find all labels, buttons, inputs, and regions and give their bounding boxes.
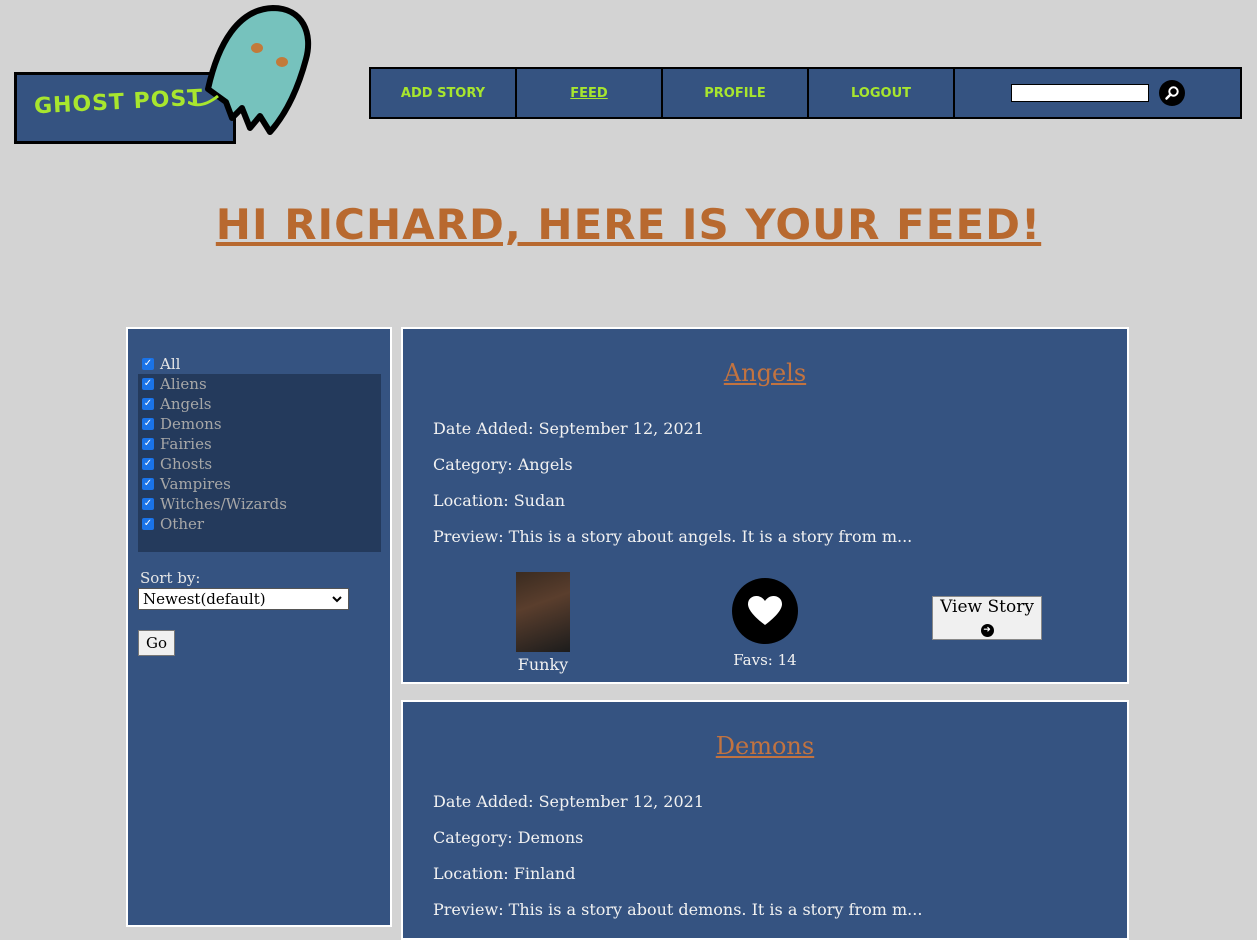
story-preview: Preview: This is a story about demons. I…	[433, 900, 923, 919]
sort-select[interactable]: Newest(default)	[138, 588, 349, 610]
checkbox-label: Ghosts	[160, 455, 213, 473]
checkbox-witches-wizards[interactable]: ✓ Witches/Wizards	[138, 494, 381, 514]
checkbox-aliens[interactable]: ✓ Aliens	[138, 374, 381, 394]
nav-add-story[interactable]: ADD STORY	[371, 69, 515, 117]
filter-sidebar: ✓ All ✓ Aliens ✓ Angels ✓ Demons ✓ Fairies ✓…	[126, 327, 392, 927]
story-category: Category: Angels	[433, 455, 573, 474]
favorite-button[interactable]	[732, 578, 798, 644]
chevron-down-icon	[332, 596, 342, 603]
nav-search	[955, 69, 1240, 117]
checkbox-vampires[interactable]: ✓ Vampires	[138, 474, 381, 494]
arrow-right-icon: ➜	[980, 624, 994, 637]
nav-profile[interactable]: PROFILE	[663, 69, 807, 117]
story-date: Date Added: September 12, 2021	[433, 419, 705, 438]
checkbox-all[interactable]: ✓ All	[142, 355, 180, 373]
page-title: HI RICHARD, HERE IS YOUR FEED!	[215, 200, 1042, 249]
go-button[interactable]: Go	[138, 630, 175, 656]
checkbox-other[interactable]: ✓ Other	[138, 514, 381, 534]
checkbox-checked-icon[interactable]: ✓	[142, 518, 154, 530]
favorites-count: Favs: 14	[733, 651, 797, 669]
story-preview: Preview: This is a story about angels. I…	[433, 527, 913, 546]
checkbox-angels[interactable]: ✓ Angels	[138, 394, 381, 414]
story-title-link[interactable]: Demons	[403, 732, 1127, 760]
checkbox-label: Aliens	[160, 375, 207, 393]
checkbox-label: Fairies	[160, 435, 212, 453]
checkbox-checked-icon[interactable]: ✓	[142, 358, 154, 370]
main-nav: ADD STORY FEED PROFILE LOGOUT	[369, 67, 1242, 119]
checkbox-label: Vampires	[160, 475, 231, 493]
author-avatar[interactable]	[516, 572, 570, 652]
story-card: Angels Date Added: September 12, 2021 Ca…	[401, 327, 1129, 684]
view-story-button[interactable]: View Story ➜	[932, 596, 1042, 640]
category-list: ✓ Aliens ✓ Angels ✓ Demons ✓ Fairies ✓ Ghosts…	[138, 374, 381, 552]
nav-feed[interactable]: FEED	[517, 69, 661, 117]
search-input[interactable]	[1010, 84, 1149, 102]
checkbox-demons[interactable]: ✓ Demons	[138, 414, 381, 434]
story-card: Demons Date Added: September 12, 2021 Ca…	[401, 700, 1129, 940]
checkbox-checked-icon[interactable]: ✓	[142, 438, 154, 450]
sort-label: Sort by:	[140, 569, 201, 587]
checkbox-label: Other	[160, 515, 205, 533]
author-name: Funky	[517, 655, 569, 674]
sort-selected-value: Newest(default)	[143, 590, 266, 608]
story-category: Category: Demons	[433, 828, 584, 847]
checkbox-ghosts[interactable]: ✓ Ghosts	[138, 454, 381, 474]
checkbox-checked-icon[interactable]: ✓	[142, 378, 154, 390]
story-location: Location: Finland	[433, 864, 576, 883]
checkbox-checked-icon[interactable]: ✓	[142, 498, 154, 510]
story-location: Location: Sudan	[433, 491, 566, 510]
checkbox-checked-icon[interactable]: ✓	[142, 458, 154, 470]
heart-icon	[748, 596, 782, 625]
checkbox-label: Angels	[160, 395, 212, 413]
checkbox-checked-icon[interactable]: ✓	[142, 398, 154, 410]
checkbox-checked-icon[interactable]: ✓	[142, 478, 154, 490]
checkbox-label: Demons	[160, 415, 222, 433]
search-icon	[1164, 86, 1179, 100]
checkbox-fairies[interactable]: ✓ Fairies	[138, 434, 381, 454]
nav-logout[interactable]: LOGOUT	[809, 69, 953, 117]
checkbox-checked-icon[interactable]: ✓	[142, 418, 154, 430]
story-title-link[interactable]: Angels	[403, 359, 1127, 387]
story-date: Date Added: September 12, 2021	[433, 792, 705, 811]
search-button[interactable]	[1158, 80, 1185, 106]
ghost-icon	[188, 5, 312, 135]
view-story-label: View Story	[940, 597, 1034, 617]
checkbox-all-label: All	[160, 355, 181, 373]
checkbox-label: Witches/Wizards	[160, 495, 287, 513]
